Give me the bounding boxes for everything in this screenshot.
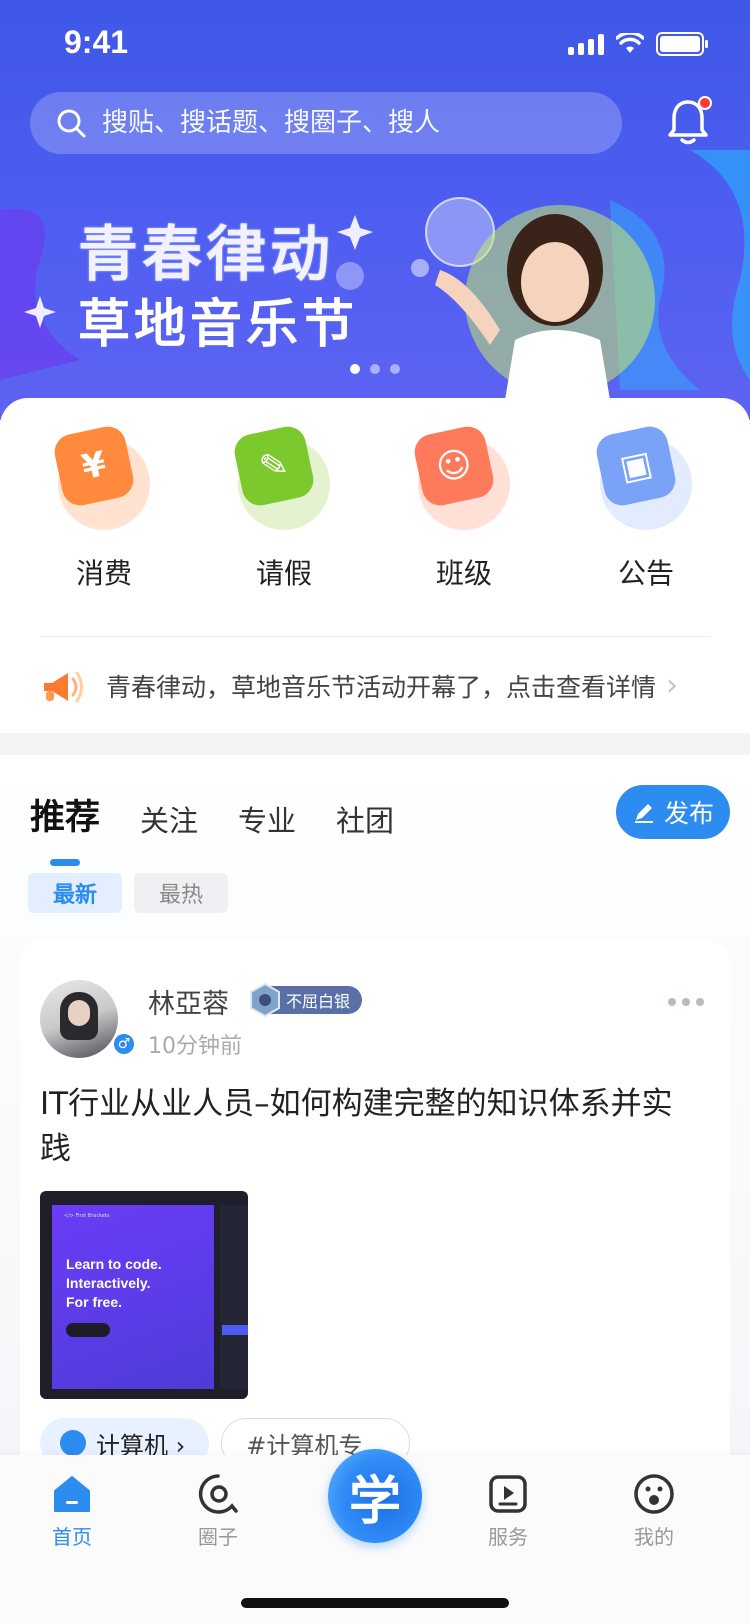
nav-label: 服务 xyxy=(488,1525,528,1549)
tab-follow[interactable]: 关注 xyxy=(140,798,198,840)
quick-action-consume[interactable]: ¥ 消费 xyxy=(44,423,164,592)
notification-dot xyxy=(698,96,712,110)
quick-action-leave[interactable]: ✎ 请假 xyxy=(224,423,344,592)
banner-title-line1: 青春律动 xyxy=(78,220,334,290)
quick-action-label: 公告 xyxy=(617,557,674,590)
feed-section: 推荐 关注 专业 社团 发布 最新 最热 ♂ 林亞蓉 不屈白银 10分钟前 IT… xyxy=(0,755,750,1480)
avatar[interactable] xyxy=(40,980,118,1058)
notice-text: 青春律动，草地音乐节活动开幕了，点击查看详情 xyxy=(106,672,657,702)
battery-icon xyxy=(656,32,708,56)
publish-label: 发布 xyxy=(663,799,714,828)
search-input[interactable] xyxy=(102,108,582,138)
edit-pen-icon xyxy=(634,804,653,823)
home-icon xyxy=(51,1473,93,1515)
topic-icon xyxy=(60,1430,86,1456)
status-icons xyxy=(568,32,708,56)
nav-label: 我的 xyxy=(634,1525,674,1549)
quick-actions-card: ¥ 消费 ✎ 请假 ☺ 班级 ▣ 公告 青春律动，草地音乐节活动开幕了，点击查看… xyxy=(0,398,750,733)
sort-filters: 最新 最热 xyxy=(28,873,228,913)
nav-label: 圈子 xyxy=(198,1525,238,1549)
more-options-icon[interactable] xyxy=(668,998,704,1006)
male-gender-icon: ♂ xyxy=(112,1032,136,1056)
nav-mine[interactable]: 我的 xyxy=(604,1473,704,1550)
feed-tabs: 推荐 关注 专业 社团 xyxy=(30,789,394,866)
nav-home[interactable]: 首页 xyxy=(22,1473,122,1550)
profile-face-icon xyxy=(633,1473,675,1515)
post-author-name[interactable]: 林亞蓉 xyxy=(148,982,229,1021)
quick-action-class[interactable]: ☺ 班级 xyxy=(404,423,524,592)
rank-badge: 不屈白银 xyxy=(250,982,363,1018)
service-play-icon xyxy=(487,1473,529,1515)
banner-title-line2: 草地音乐节 xyxy=(78,295,359,355)
quick-action-label: 消费 xyxy=(75,557,132,590)
search-icon xyxy=(57,109,86,138)
wallet-coin-icon: ¥ xyxy=(51,423,150,530)
festival-banner[interactable]: 青春律动 草地音乐节 xyxy=(0,176,750,416)
filter-hottest[interactable]: 最热 xyxy=(134,873,228,913)
post-title[interactable]: IT行业从业人员–如何构建完整的知识体系并实践 xyxy=(40,1082,700,1172)
cellular-signal-icon xyxy=(568,33,604,55)
post-image[interactable]: </> First Brackets Learn to code. Intera… xyxy=(40,1191,248,1399)
notification-bell-button[interactable] xyxy=(666,96,712,146)
quick-action-label: 请假 xyxy=(255,557,312,590)
circle-chat-icon xyxy=(197,1473,239,1515)
status-bar: 9:41 xyxy=(0,0,750,88)
chevron-right-icon: › xyxy=(666,668,679,703)
nav-circle[interactable]: 圈子 xyxy=(168,1473,268,1550)
nav-label: 首页 xyxy=(52,1525,92,1549)
quick-action-label: 班级 xyxy=(435,557,492,590)
announcement-book-icon: ▣ xyxy=(593,423,692,530)
megaphone-icon xyxy=(44,671,83,702)
quick-action-announcement[interactable]: ▣ 公告 xyxy=(586,423,706,592)
post-card[interactable]: ♂ 林亞蓉 不屈白银 10分钟前 IT行业从业人员–如何构建完整的知识体系并实践… xyxy=(20,940,730,1480)
header-banner-area: 9:41 青春律动 草地音乐节 xyxy=(0,0,750,420)
tab-club[interactable]: 社团 xyxy=(336,798,394,840)
publish-button[interactable]: 发布 xyxy=(616,785,730,839)
nav-service[interactable]: 服务 xyxy=(458,1473,558,1550)
banner-pagination xyxy=(350,364,400,374)
wifi-icon xyxy=(616,33,644,53)
learn-center-icon[interactable]: 学 xyxy=(328,1449,422,1543)
rank-label: 不屈白银 xyxy=(286,992,351,1011)
home-indicator xyxy=(241,1598,509,1608)
status-time: 9:41 xyxy=(64,24,129,60)
post-time: 10分钟前 xyxy=(148,1034,242,1059)
notice-bar[interactable]: 青春律动，草地音乐节活动开幕了，点击查看详情 › xyxy=(40,636,710,734)
filter-latest[interactable]: 最新 xyxy=(28,873,122,913)
class-people-icon: ☺ xyxy=(411,423,510,530)
rank-medal-icon xyxy=(250,982,280,1018)
leave-note-icon: ✎ xyxy=(231,423,330,530)
image-headline: Learn to code. Interactively. For free. xyxy=(66,1256,162,1310)
search-bar[interactable] xyxy=(30,92,622,154)
tab-recommend[interactable]: 推荐 xyxy=(30,789,100,866)
image-brand-text: </> First Brackets xyxy=(64,1213,110,1219)
tab-major[interactable]: 专业 xyxy=(238,798,296,840)
